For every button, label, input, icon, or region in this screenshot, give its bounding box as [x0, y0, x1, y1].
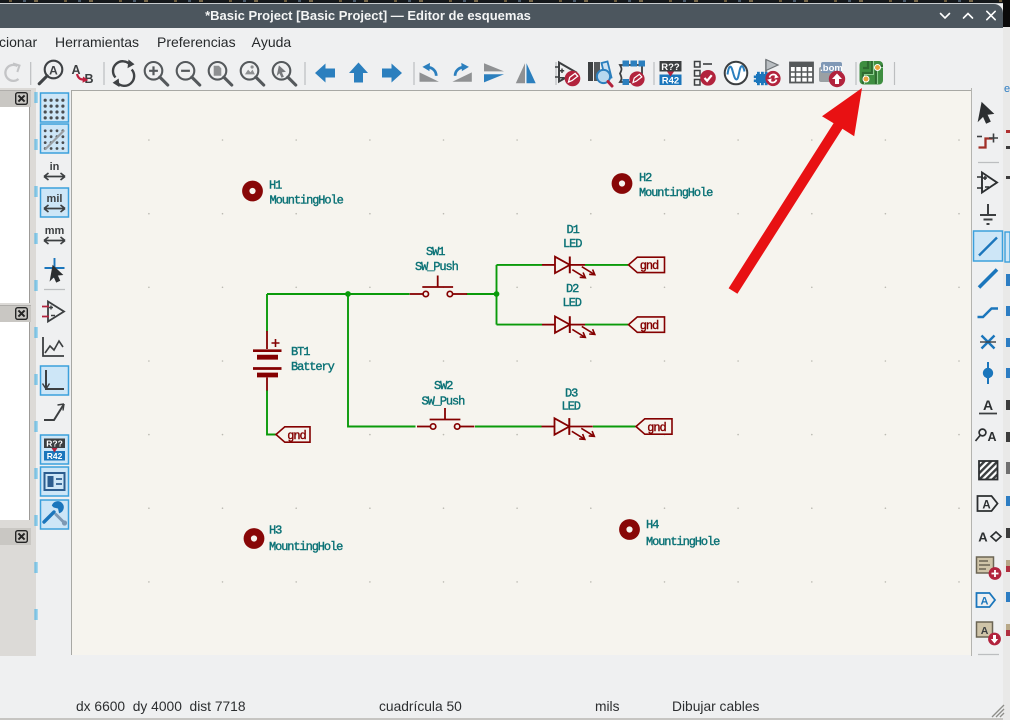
svg-text:BT1: BT1: [291, 345, 310, 359]
svg-text:H2: H2: [639, 171, 652, 185]
svg-text:A: A: [49, 64, 58, 78]
svg-text:mil: mil: [47, 193, 63, 205]
svg-text:LED: LED: [563, 237, 582, 251]
svg-text:gnd: gnd: [647, 421, 666, 435]
svg-text:A: A: [982, 500, 990, 512]
svg-text:R42: R42: [662, 75, 679, 86]
svg-text:in: in: [50, 161, 60, 173]
svg-text:MountingHole: MountingHole: [646, 535, 720, 549]
svg-text:gnd: gnd: [640, 319, 659, 333]
svg-text:A: A: [981, 596, 989, 608]
svg-text:LED: LED: [563, 296, 582, 310]
svg-text:A: A: [981, 625, 989, 637]
svg-text:A: A: [987, 430, 996, 444]
svg-text:H3: H3: [269, 524, 282, 538]
svg-text:H1: H1: [269, 179, 282, 193]
svg-text:LED: LED: [562, 400, 581, 414]
svg-text:MountingHole: MountingHole: [270, 194, 344, 208]
svg-text:Battery: Battery: [291, 360, 335, 374]
svg-text:mm: mm: [45, 225, 65, 237]
svg-text:MountingHole: MountingHole: [269, 540, 343, 554]
svg-text:MountingHole: MountingHole: [639, 186, 713, 200]
svg-text:gnd: gnd: [640, 259, 659, 273]
svg-text:R42: R42: [47, 451, 63, 461]
svg-text:SW_Push: SW_Push: [422, 395, 466, 409]
svg-text:A: A: [978, 530, 988, 545]
svg-text:D1: D1: [567, 223, 580, 237]
svg-text:R??: R??: [661, 62, 680, 73]
svg-text:e: e: [1004, 83, 1010, 95]
svg-text:SW_Push: SW_Push: [415, 260, 459, 274]
svg-text:A: A: [983, 397, 993, 413]
svg-text:SW1: SW1: [426, 245, 445, 259]
svg-text:H4: H4: [646, 518, 659, 532]
svg-text:SW2: SW2: [434, 379, 453, 393]
svg-text:gnd: gnd: [287, 429, 306, 443]
svg-text:R??: R??: [46, 439, 63, 449]
svg-text:D3: D3: [565, 387, 578, 401]
svg-text:A: A: [72, 63, 81, 77]
svg-text:D2: D2: [566, 282, 579, 296]
